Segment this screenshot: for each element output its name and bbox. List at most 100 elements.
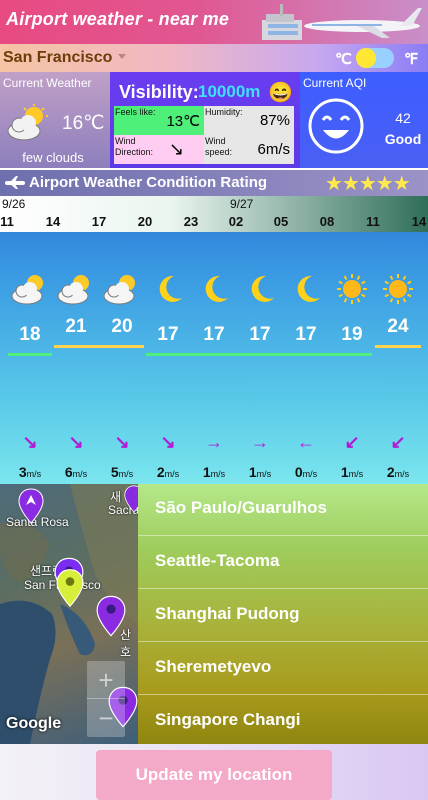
forecast-temp: 19 bbox=[341, 324, 363, 345]
partly-cloudy-icon bbox=[10, 272, 50, 306]
aqi-status: Good bbox=[384, 131, 422, 147]
airport-plane-illustration bbox=[262, 4, 422, 40]
wind-speed-unit: m/s bbox=[302, 469, 318, 479]
moon-icon bbox=[148, 272, 188, 306]
hour-label: 14 bbox=[45, 214, 61, 229]
forecast-wind-speed: 5m/s bbox=[102, 464, 142, 480]
airport-name: Shanghai Pudong bbox=[155, 604, 300, 623]
airport-list-item[interactable]: Singapore Changi bbox=[138, 696, 428, 748]
weather-description: few clouds bbox=[22, 150, 84, 165]
map-pin-selected-icon[interactable] bbox=[56, 566, 84, 610]
toggle-knob bbox=[356, 48, 376, 68]
airport-name: São Paulo/Guarulhos bbox=[155, 498, 327, 517]
smiley-face-icon bbox=[308, 98, 364, 154]
forecast-temp: 18 bbox=[19, 324, 41, 345]
unit-celsius-label: ℃ bbox=[335, 51, 352, 68]
map-pin-icon[interactable] bbox=[96, 594, 126, 638]
footer-bar: Update my location bbox=[0, 744, 428, 800]
forecast-wind-speed: 1m/s bbox=[194, 464, 234, 480]
wind-speed-label: Wind speed: bbox=[205, 136, 233, 157]
moon-icon bbox=[286, 272, 326, 306]
airport-name: Sheremetyevo bbox=[155, 657, 272, 676]
wind-speed-unit: m/s bbox=[72, 469, 88, 479]
airplane-icon bbox=[5, 176, 25, 189]
time-strip: 9/26 9/27 11 14 17 20 23 02 05 08 11 14 bbox=[0, 196, 428, 232]
forecast-wind-speed: 1m/s bbox=[240, 464, 280, 480]
map-view[interactable]: 새 Santa Rosa 새 Sacra 샌프란 San Francisco 산… bbox=[0, 484, 138, 744]
forecast-wind-speed: 3m/s bbox=[10, 464, 50, 480]
city-selector[interactable]: San Francisco bbox=[3, 49, 112, 67]
chevron-down-icon[interactable] bbox=[118, 54, 126, 59]
map-pin-icon[interactable] bbox=[18, 488, 44, 524]
partly-cloudy-icon bbox=[7, 104, 48, 141]
aqi-panel: Current AQI 42 Good bbox=[300, 72, 428, 168]
wind-arrow-icon: ↙ bbox=[344, 432, 360, 452]
wind-speed-number: 2 bbox=[156, 464, 165, 480]
sun-icon bbox=[332, 272, 372, 306]
aqi-value: 42 bbox=[395, 110, 411, 126]
forecast-temp: 17 bbox=[203, 324, 225, 345]
airport-list-item[interactable]: Sheremetyevo bbox=[138, 643, 428, 695]
airport-list-item[interactable]: Seattle-Tacoma bbox=[138, 537, 428, 589]
visibility-value: 10000m bbox=[198, 82, 261, 101]
wind-speed-unit: m/s bbox=[164, 469, 180, 479]
humidity-cell: Humidity: 87% bbox=[204, 106, 294, 135]
partly-cloudy-icon bbox=[102, 272, 142, 306]
rating-label: Airport Weather Condition Rating bbox=[29, 174, 268, 191]
wind-direction-cell: Wind Direction: ↘ bbox=[114, 135, 204, 164]
wind-speed-unit: m/s bbox=[348, 469, 364, 479]
hour-label: 17 bbox=[91, 214, 107, 229]
airport-list-item[interactable]: Shanghai Pudong bbox=[138, 590, 428, 642]
wind-speed-number: 1 bbox=[340, 464, 349, 480]
unit-toggle[interactable] bbox=[356, 48, 394, 68]
zoom-in-button[interactable]: + bbox=[87, 661, 125, 699]
wind-speed-unit: m/s bbox=[394, 469, 410, 479]
wind-speed-value: 6m/s bbox=[257, 141, 290, 158]
hour-label: 11 bbox=[0, 214, 14, 229]
zoom-out-button[interactable]: − bbox=[87, 699, 125, 737]
forecast-wind-speed: 1m/s bbox=[332, 464, 372, 480]
partly-cloudy-icon bbox=[56, 272, 96, 306]
wind-arrow-icon: → bbox=[251, 432, 269, 452]
date-label-2: 9/27 bbox=[230, 197, 254, 211]
hourly-forecast[interactable]: 9/26 9/27 11 14 17 20 23 02 05 08 11 14 18 ↘ 3m/s 21… bbox=[0, 196, 428, 484]
visibility-label: Visibility: bbox=[119, 82, 199, 102]
wind-arrow-icon: → bbox=[205, 432, 223, 452]
current-weather-label: Current Weather bbox=[3, 76, 92, 90]
wind-speed-number: 6 bbox=[64, 464, 73, 480]
condition-rating-bar: Airport Weather Condition Rating ★★★★★ bbox=[0, 170, 428, 196]
sun-icon bbox=[378, 272, 418, 306]
wind-speed-number: 2 bbox=[386, 464, 395, 480]
update-location-button[interactable]: Update my location bbox=[96, 750, 332, 800]
app-header: Airport weather - near me bbox=[0, 0, 428, 44]
wind-speed-number: 0 bbox=[294, 464, 303, 480]
feels-like-cell: Feels like: 13℃ bbox=[114, 106, 204, 135]
humidity-value: 87% bbox=[259, 112, 290, 129]
wind-arrow-icon: ↘ bbox=[160, 432, 176, 452]
hour-label: 11 bbox=[366, 214, 380, 229]
forecast-wind-speed: 2m/s bbox=[378, 464, 418, 480]
wind-speed-number: 3 bbox=[18, 464, 27, 480]
airport-name: Seattle-Tacoma bbox=[155, 551, 280, 570]
hour-label: 20 bbox=[137, 214, 153, 229]
wind-speed-unit: m/s bbox=[210, 469, 226, 479]
map-pin-icon[interactable] bbox=[124, 484, 138, 514]
airport-list-item[interactable]: São Paulo/Guarulhos bbox=[138, 484, 428, 536]
forecast-wind-speed: 0m/s bbox=[286, 464, 326, 480]
wind-arrow-icon: ↙ bbox=[390, 432, 406, 452]
wind-direction-label: Wind Direction: bbox=[115, 136, 154, 157]
temp-trend-bar bbox=[8, 353, 52, 356]
wind-speed-number: 1 bbox=[248, 464, 257, 480]
temp-trend-bar bbox=[375, 345, 421, 348]
airport-list: São Paulo/Guarulhos Seattle-Tacoma Shang… bbox=[138, 484, 428, 744]
forecast-wind-speed: 2m/s bbox=[148, 464, 188, 480]
wind-arrow-icon: ↘ bbox=[68, 432, 84, 452]
temp-trend-bar bbox=[146, 353, 372, 356]
humidity-label: Humidity: bbox=[205, 107, 243, 117]
hour-label: 05 bbox=[273, 214, 289, 229]
forecast-temp: 17 bbox=[295, 324, 317, 345]
wind-speed-unit: m/s bbox=[26, 469, 42, 479]
wind-speed-unit: m/s bbox=[118, 469, 134, 479]
forecast-temp: 17 bbox=[249, 324, 271, 345]
hour-label: 08 bbox=[319, 214, 335, 229]
